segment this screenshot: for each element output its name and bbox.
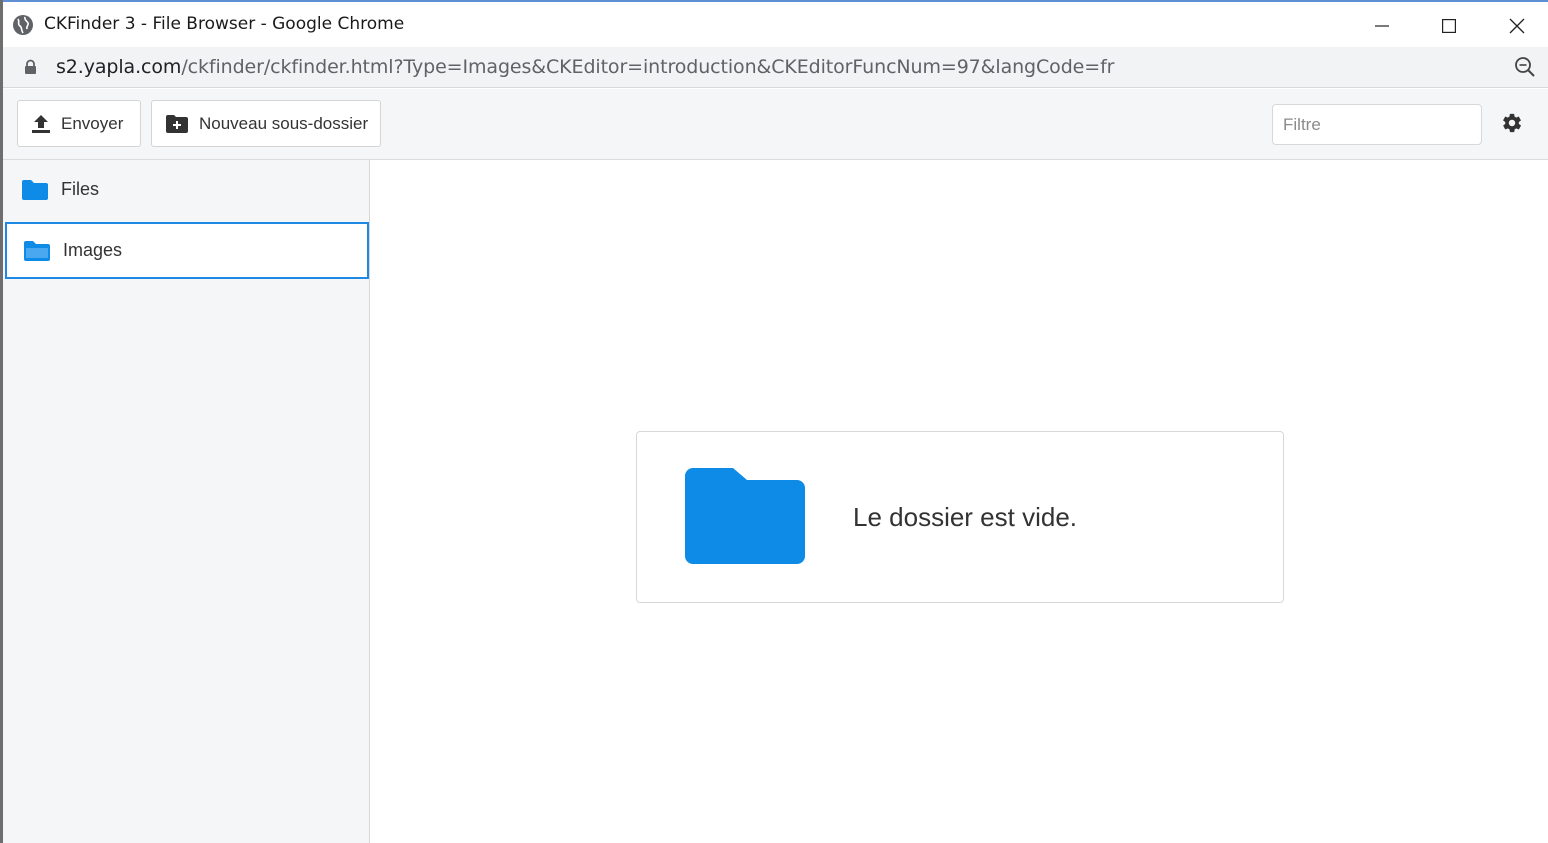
globe-icon [12,14,34,36]
folder-icon [685,468,805,569]
new-subfolder-label: Nouveau sous-dossier [199,113,369,133]
folder-label-files: Files [61,179,100,199]
upload-label: Envoyer [61,113,124,133]
zoom-icon[interactable] [1514,56,1536,83]
lock-icon [24,59,37,80]
folder-open-icon [24,240,50,261]
folder-plus-icon [166,114,188,133]
empty-folder-message: Le dossier est vide. [853,502,1078,532]
upload-icon [32,114,50,133]
folder-icon [22,179,48,200]
files-view: Le dossier est vide. [370,160,1548,843]
maximize-icon [1442,18,1456,33]
folder-item-images[interactable]: Images [5,222,369,279]
new-subfolder-button[interactable]: Nouveau sous-dossier [151,100,381,147]
gear-icon[interactable] [1501,112,1523,139]
folder-tree: Files Images [3,160,370,843]
minimize-icon [1375,24,1389,27]
minimize-button[interactable] [1349,2,1415,49]
address-bar[interactable]: s2.yapla.com/ckfinder/ckfinder.html?Type… [3,47,1548,88]
filter-input[interactable] [1272,104,1482,145]
upload-button[interactable]: Envoyer [17,100,141,147]
browser-window: CKFinder 3 - File Browser - Google Chrom… [0,0,1548,843]
folder-item-files[interactable]: Files [5,161,369,218]
close-button[interactable] [1484,2,1548,49]
close-icon [1509,18,1525,33]
folder-label-images: Images [63,240,123,260]
title-bar: CKFinder 3 - File Browser - Google Chrom… [3,0,1548,47]
url-host: s2.yapla.com [56,56,182,78]
maximize-button[interactable] [1416,2,1482,49]
ckfinder-toolbar: Envoyer Nouveau sous-dossier [3,89,1548,160]
window-title: CKFinder 3 - File Browser - Google Chrom… [44,14,405,34]
url-path: /ckfinder/ckfinder.html?Type=Images&CKEd… [181,56,1115,78]
empty-folder-notice: Le dossier est vide. [636,431,1284,603]
url-text[interactable]: s2.yapla.com/ckfinder/ckfinder.html?Type… [56,56,1114,78]
